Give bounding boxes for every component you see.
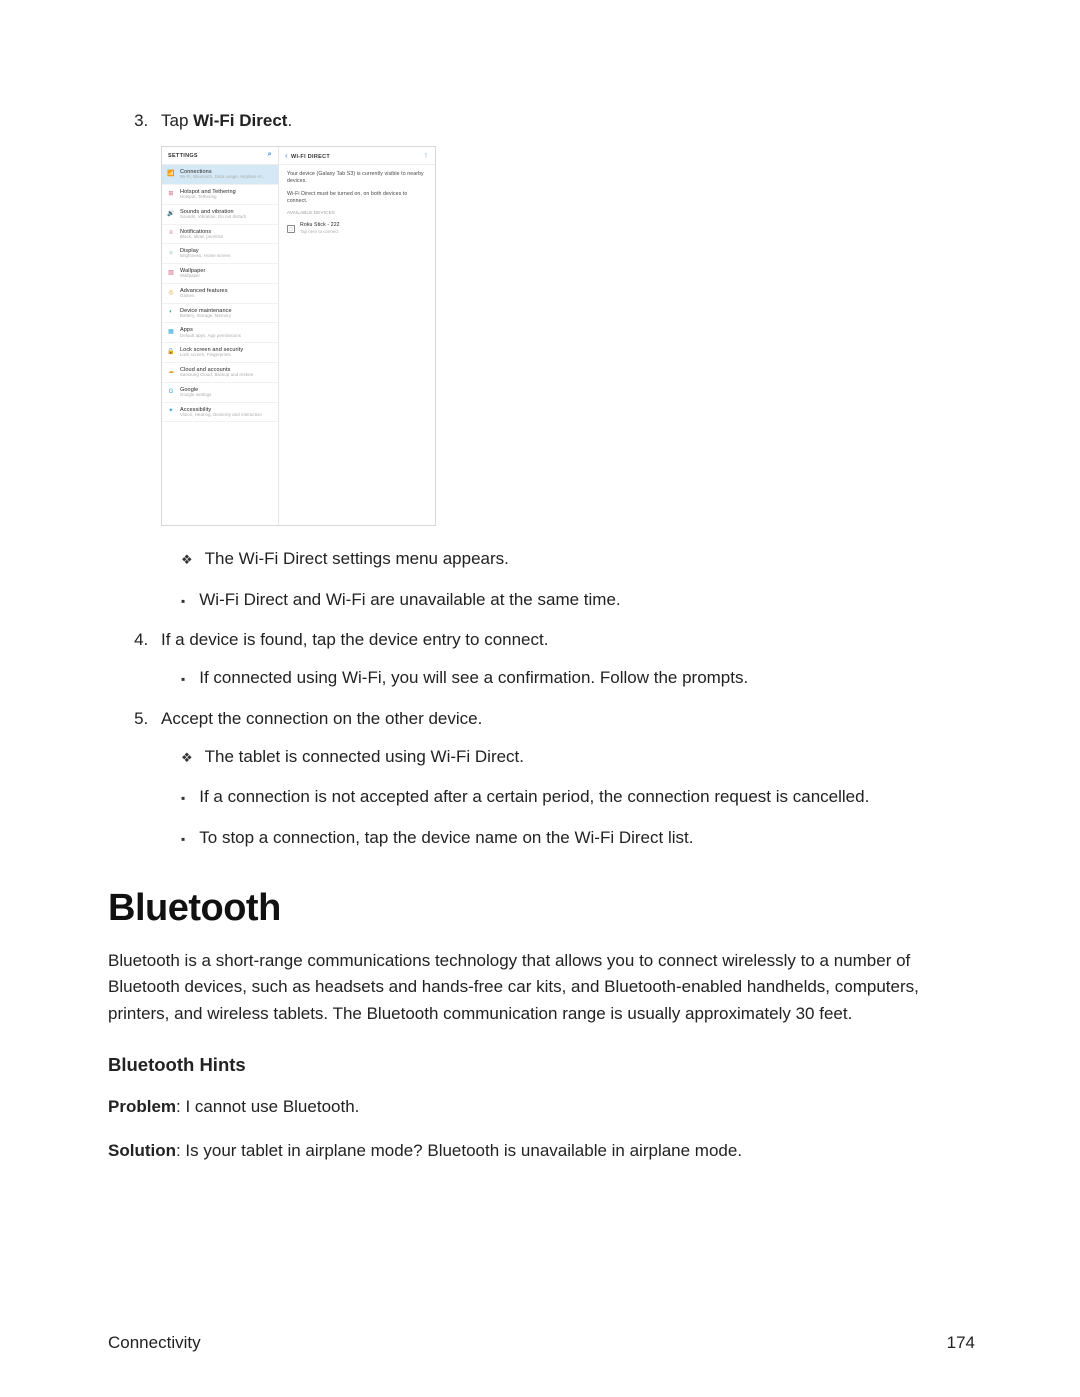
sidebar-item-icon: 📶	[167, 171, 175, 179]
step4-sub1: If connected using Wi-Fi, you will see a…	[181, 668, 748, 687]
sidebar-item-sub: Lock screen, Fingerprints	[180, 353, 243, 358]
sidebar-item-sub: Hotspot, Tethering	[180, 195, 236, 200]
device-row[interactable]: ◻ Roku Stick - 222 Tap here to connect	[287, 220, 427, 238]
footer-page-number: 174	[947, 1333, 975, 1353]
sidebar-item-icon: ▧	[167, 270, 175, 278]
sidebar-item-sub: Games	[180, 294, 228, 299]
sidebar-item-sub: Samsung Cloud, Backup and restore	[180, 373, 254, 378]
sidebar-item-1[interactable]: ⊞Hotspot and TetheringHotspot, Tethering	[162, 185, 278, 205]
sidebar-item-icon: ☼	[167, 250, 175, 258]
sidebar-item-icon: ≡	[167, 230, 175, 238]
sidebar-item-sub: Vision, Hearing, Dexterity and interacti…	[180, 413, 262, 418]
footer-section: Connectivity	[108, 1333, 201, 1353]
step5-sub2: If a connection is not accepted after a …	[181, 787, 869, 806]
sidebar-item-sub: Default apps, App permissions	[180, 334, 241, 339]
sidebar-item-0[interactable]: 📶ConnectionsWi-Fi, Bluetooth, Data usage…	[162, 165, 278, 185]
sidebar-item-8[interactable]: ▦AppsDefault apps, App permissions	[162, 323, 278, 343]
problem-line: Problem: I cannot use Bluetooth.	[108, 1094, 975, 1120]
sidebar-item-icon: ☁	[167, 368, 175, 376]
device-sub: Tap here to connect	[300, 229, 340, 236]
step-5: Accept the connection on the other devic…	[153, 706, 975, 851]
page-footer: Connectivity 174	[108, 1333, 975, 1353]
settings-sidebar: SETTINGS ⌕ 📶ConnectionsWi-Fi, Bluetooth,…	[162, 147, 279, 525]
device-icon: ◻	[287, 225, 295, 233]
search-icon[interactable]: ⌕	[268, 150, 272, 161]
sidebar-item-sub: Block, allow, prioritize	[180, 235, 223, 240]
wifi-direct-panel: ‹WI-FI DIRECT ⋮ Your device (Galaxy Tab …	[279, 147, 435, 525]
sidebar-item-sub: Wi-Fi, Bluetooth, Data usage, Airplane m…	[180, 175, 266, 180]
step3-sub1: The Wi-Fi Direct settings menu appears.	[181, 549, 509, 568]
sidebar-item-11[interactable]: GGoogleGoogle settings	[162, 383, 278, 403]
sidebar-item-icon: G	[167, 388, 175, 396]
sidebar-item-sub: Google settings	[180, 393, 211, 398]
step-4: If a device is found, tap the device ent…	[153, 627, 975, 692]
settings-title: SETTINGS	[168, 152, 198, 161]
sidebar-item-12[interactable]: ✦AccessibilityVision, Hearing, Dexterity…	[162, 403, 278, 423]
instruction-list: Tap Wi-Fi Direct. SETTINGS ⌕ 📶Connection…	[108, 108, 975, 851]
bluetooth-paragraph: Bluetooth is a short-range communication…	[108, 948, 975, 1027]
sidebar-item-sub: Battery, Storage, Memory	[180, 314, 232, 319]
sidebar-item-icon: ◎	[167, 289, 175, 297]
sidebar-item-sub: Brightness, Home screen	[180, 254, 231, 259]
step5-sub1: The tablet is connected using Wi-Fi Dire…	[181, 747, 524, 766]
step3-sub2: Wi-Fi Direct and Wi-Fi are unavailable a…	[181, 590, 621, 609]
sidebar-item-7[interactable]: ◐Device maintenanceBattery, Storage, Mem…	[162, 304, 278, 324]
sidebar-item-10[interactable]: ☁Cloud and accountsSamsung Cloud, Backup…	[162, 363, 278, 383]
available-devices-label: AVAILABLE DEVICES	[287, 210, 427, 217]
wifi-direct-screenshot: SETTINGS ⌕ 📶ConnectionsWi-Fi, Bluetooth,…	[161, 146, 436, 526]
sidebar-item-9[interactable]: 🔒Lock screen and securityLock screen, Fi…	[162, 343, 278, 363]
visibility-note: Your device (Galaxy Tab S3) is currently…	[287, 171, 427, 185]
solution-line: Solution: Is your tablet in airplane mod…	[108, 1138, 975, 1164]
sidebar-item-3[interactable]: ≡NotificationsBlock, allow, prioritize	[162, 225, 278, 245]
sidebar-item-5[interactable]: ▧WallpaperWallpaper	[162, 264, 278, 284]
sidebar-item-6[interactable]: ◎Advanced featuresGames	[162, 284, 278, 304]
settings-header: SETTINGS ⌕	[162, 147, 278, 165]
bluetooth-hints-heading: Bluetooth Hints	[108, 1051, 975, 1080]
sidebar-item-icon: ◐	[167, 309, 175, 317]
more-icon[interactable]: ⋮	[423, 152, 429, 161]
step4-text: If a device is found, tap the device ent…	[161, 630, 548, 649]
sidebar-item-sub: Sounds, Vibration, Do not disturb	[180, 215, 246, 220]
sidebar-item-icon: 🔊	[167, 210, 175, 218]
sidebar-item-2[interactable]: 🔊Sounds and vibrationSounds, Vibration, …	[162, 205, 278, 225]
sidebar-item-icon: ✦	[167, 408, 175, 416]
turn-on-note: Wi-Fi Direct must be turned on, on both …	[287, 191, 427, 205]
step5-sub3: To stop a connection, tap the device nam…	[181, 828, 693, 847]
wifi-direct-title: WI-FI DIRECT	[291, 154, 330, 160]
sidebar-item-icon: ⊞	[167, 190, 175, 198]
step5-text: Accept the connection on the other devic…	[161, 709, 482, 728]
step3-text: Tap Wi-Fi Direct.	[161, 111, 292, 130]
sidebar-item-sub: Wallpaper	[180, 274, 205, 279]
step3-sublist: The Wi-Fi Direct settings menu appears. …	[161, 546, 975, 613]
bluetooth-heading: Bluetooth	[108, 879, 975, 938]
back-icon[interactable]: ‹	[285, 151, 288, 160]
step-3: Tap Wi-Fi Direct. SETTINGS ⌕ 📶Connection…	[153, 108, 975, 613]
sidebar-item-icon: 🔒	[167, 349, 175, 357]
sidebar-item-4[interactable]: ☼DisplayBrightness, Home screen	[162, 244, 278, 264]
sidebar-item-icon: ▦	[167, 329, 175, 337]
